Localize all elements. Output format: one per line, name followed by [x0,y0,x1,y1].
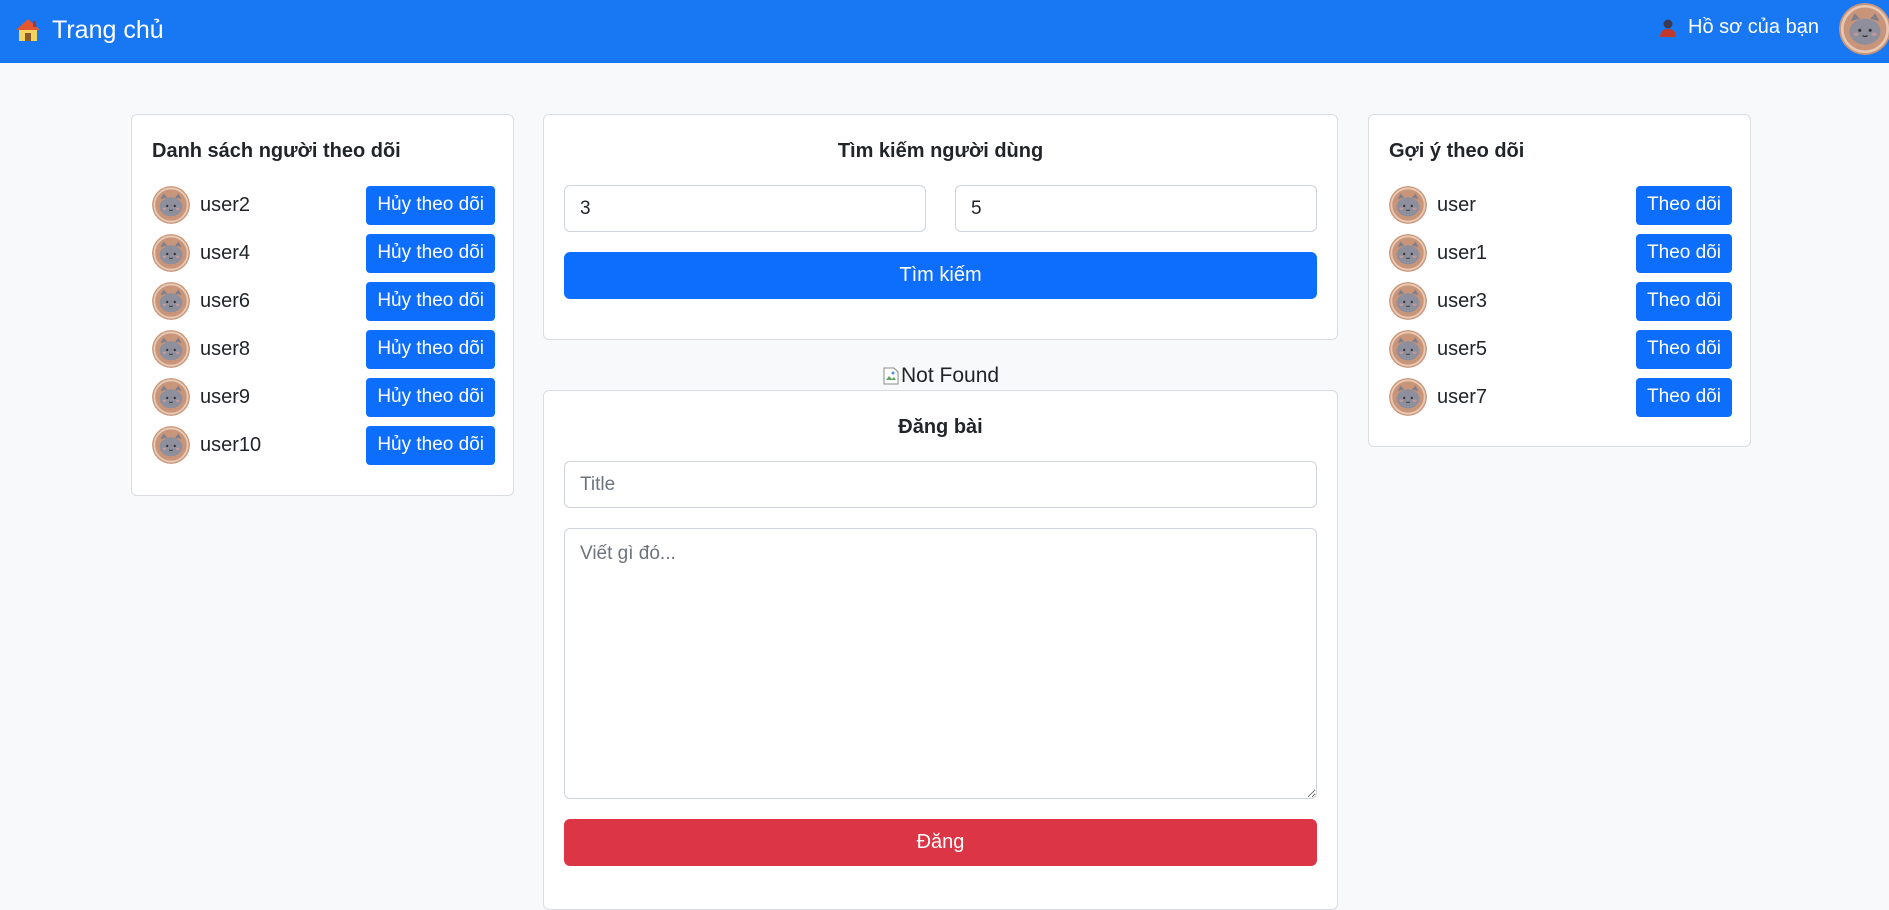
following-row: user4 Hủy theo dõi [152,233,495,273]
post-title: Đăng bài [898,416,983,438]
follow-button[interactable]: Theo dõi [1636,281,1732,321]
following-row: user9 Hủy theo dõi [152,377,495,417]
post-body-textarea[interactable] [564,528,1317,799]
avatar [152,282,190,320]
search-input-2[interactable] [955,185,1317,232]
username: user1 [1437,241,1488,264]
top-navbar: Trang chủ Hồ sơ của bạn [0,0,1889,63]
search-input-1[interactable] [564,185,926,232]
username: user9 [200,385,251,408]
following-card: Danh sách người theo dõi user2 Hủy theo … [131,114,514,496]
username: user2 [200,193,251,216]
suggestions-title: Gợi ý theo dõi [1389,140,1525,162]
nav-avatar[interactable] [1839,3,1889,55]
avatar [152,234,190,272]
home-link[interactable]: Trang chủ [14,0,164,60]
suggestion-row: user3 Theo dõi [1389,281,1732,321]
unfollow-button[interactable]: Hủy theo dõi [366,377,495,417]
avatar [1389,234,1427,272]
suggestion-row: user7 Theo dõi [1389,377,1732,417]
follow-button[interactable]: Theo dõi [1636,233,1732,273]
search-title: Tìm kiếm người dùng [837,140,1044,162]
following-row: user2 Hủy theo dõi [152,185,495,225]
avatar [152,186,190,224]
avatar [1389,282,1427,320]
house-icon [14,16,42,44]
username: user7 [1437,385,1488,408]
submit-post-button[interactable]: Đăng [564,819,1317,866]
following-title: Danh sách người theo dõi [152,140,401,162]
username: user4 [200,241,251,264]
unfollow-button[interactable]: Hủy theo dõi [366,233,495,273]
following-row: user10 Hủy theo dõi [152,425,495,465]
avatar [152,426,190,464]
search-card: Tìm kiếm người dùng Tìm kiếm [543,114,1338,340]
following-row: user6 Hủy theo dõi [152,281,495,321]
title-input[interactable] [564,461,1317,508]
profile-link[interactable]: Hồ sơ của bạn [1658,0,1819,55]
avatar [1389,378,1427,416]
broken-image-alt: Not Found [901,364,1000,387]
post-card: Đăng bài Đăng [543,390,1338,910]
follow-button[interactable]: Theo dõi [1636,377,1732,417]
unfollow-button[interactable]: Hủy theo dõi [366,185,495,225]
avatar [1389,330,1427,368]
username: user8 [200,337,251,360]
suggestion-row: user5 Theo dõi [1389,329,1732,369]
unfollow-button[interactable]: Hủy theo dõi [366,281,495,321]
suggestion-row: user Theo dõi [1389,185,1732,225]
unfollow-button[interactable]: Hủy theo dõi [366,329,495,369]
username: user6 [200,289,251,312]
home-link-label: Trang chủ [52,15,164,44]
unfollow-button[interactable]: Hủy theo dõi [366,425,495,465]
avatar [152,378,190,416]
search-button[interactable]: Tìm kiếm [564,252,1317,299]
following-row: user8 Hủy theo dõi [152,329,495,369]
follow-button[interactable]: Theo dõi [1636,329,1732,369]
username: user10 [200,433,262,456]
username: user [1437,193,1476,216]
person-icon [1658,18,1678,38]
avatar [1389,186,1427,224]
suggestion-row: user1 Theo dõi [1389,233,1732,273]
follow-button[interactable]: Theo dõi [1636,185,1732,225]
suggestions-card: Gợi ý theo dõi user Theo dõi user1 Theo … [1368,114,1751,447]
profile-link-label: Hồ sơ của bạn [1688,16,1819,38]
broken-image: Not Found [883,362,999,390]
avatar [152,330,190,368]
broken-image-icon [883,367,899,385]
username: user3 [1437,289,1488,312]
username: user5 [1437,337,1488,360]
